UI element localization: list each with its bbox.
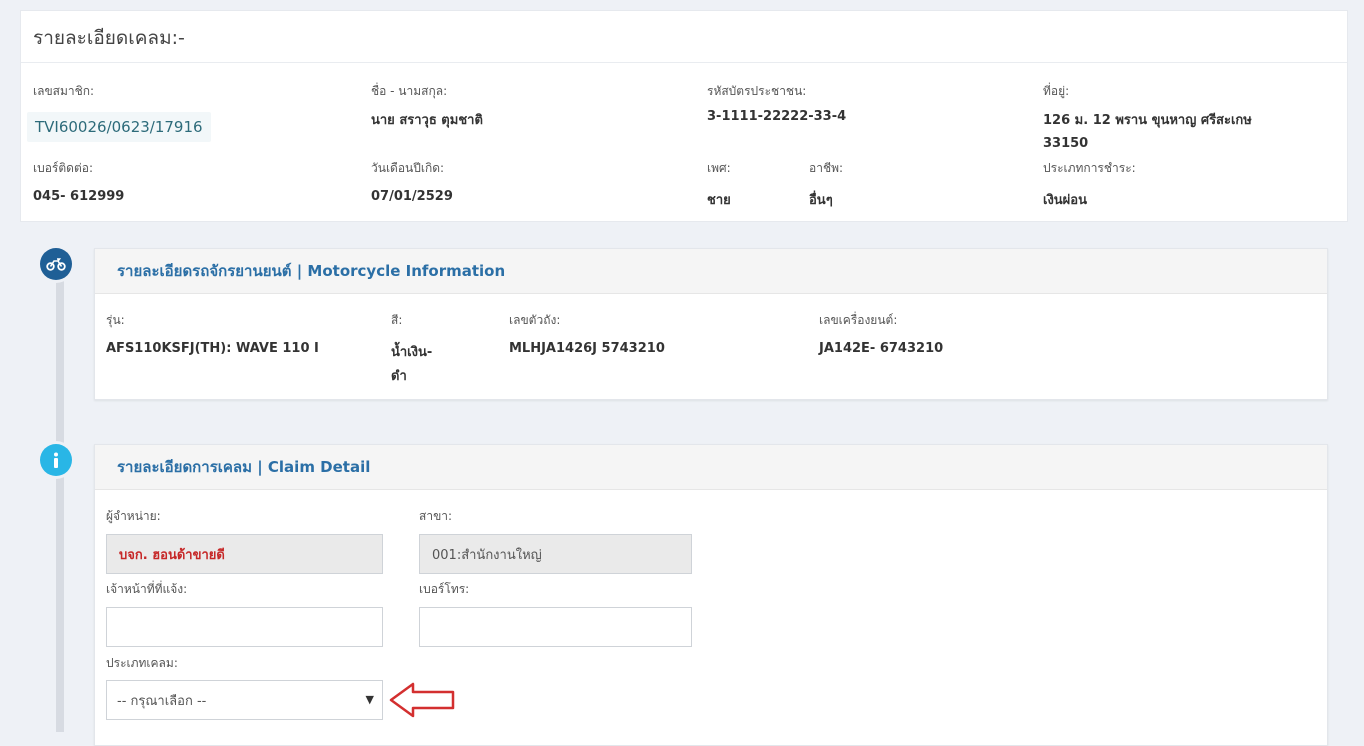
chassis-label: เลขตัวถัง: [509,313,561,327]
phone-label: เบอร์โทร: [419,582,470,596]
phone-input[interactable] [419,607,692,647]
address-value-line2: 33150 [1043,136,1089,151]
page-title: รายละเอียดเคลม:- [33,27,185,49]
birthdate-label: วันเดือนปีเกิด: [371,161,445,175]
model-value: AFS110KSFJ(TH): WAVE 110 I [106,341,319,356]
branch-label: สาขา: [419,509,453,523]
payment-type-label: ประเภทการชำระ: [1043,161,1136,175]
officer-input[interactable] [106,607,383,647]
citizen-id-label: รหัสบัตรประชาชน: [707,84,807,98]
member-id-value: TVI60026/0623/17916 [27,112,211,142]
color-label: สี: [391,313,403,327]
name-value: นาย สราวุธ ตุมชาติ [371,113,483,128]
caret-down-icon: ▼ [365,693,374,706]
dealer-field: บจก. ฮอนด้าขายดี [106,534,383,574]
engine-value: JA142E- 6743210 [819,341,944,356]
address-value-line1: 126 ม. 12 พราน ขุนหาญ ศรีสะเกษ [1043,113,1252,128]
color-value-line1: น้ำเงิน- [391,345,433,360]
color-value-line2: ดำ [391,369,407,384]
member-details-card: รายละเอียดเคลม:- เลขสมาชิก: TVI60026/062… [20,10,1348,222]
claim-type-selected: -- กรุณาเลือก -- [117,693,207,709]
claim-type-select[interactable]: -- กรุณาเลือก -- ▼ [106,680,383,720]
claim-detail-panel: รายละเอียดการเคลม | Claim Detail ผู้จำหน… [94,444,1328,746]
sex-label: เพศ: [707,161,731,175]
birthdate-value: 07/01/2529 [371,189,453,204]
citizen-id-value: 3-1111-22222-33-4 [707,109,847,124]
motorcycle-icon [40,248,72,280]
info-icon [40,444,72,476]
motorcycle-info-heading: รายละเอียดรถจักรยานยนต์ | Motorcycle Inf… [95,249,1327,294]
phone-label: เบอร์ติดต่อ: [33,161,93,175]
motorcycle-info-panel: รายละเอียดรถจักรยานยนต์ | Motorcycle Inf… [94,248,1328,400]
claim-detail-heading: รายละเอียดการเคลม | Claim Detail [95,445,1327,490]
chassis-value: MLHJA1426J 5743210 [509,341,665,356]
payment-type-value: เงินผ่อน [1043,193,1087,208]
engine-label: เลขเครื่องยนต์: [819,313,898,327]
divider [21,62,1347,63]
sex-value: ชาย [707,193,731,208]
address-label: ที่อยู่: [1043,84,1070,98]
name-label: ชื่อ - นามสกุล: [371,84,448,98]
dealer-label: ผู้จำหน่าย: [106,509,161,523]
officer-label: เจ้าหน้าที่ที่แจ้ง: [106,582,188,596]
phone-value: 045- 612999 [33,189,125,204]
model-label: รุ่น: [106,313,125,327]
member-id-label: เลขสมาชิก: [33,84,95,98]
occupation-label: อาชีพ: [809,161,844,175]
arrow-left-icon [389,682,455,718]
claim-type-label: ประเภทเคลม: [106,656,178,670]
occupation-value: อื่นๆ [809,193,833,208]
branch-field: 001:สำนักงานใหญ่ [419,534,692,574]
timeline-line [56,262,64,732]
